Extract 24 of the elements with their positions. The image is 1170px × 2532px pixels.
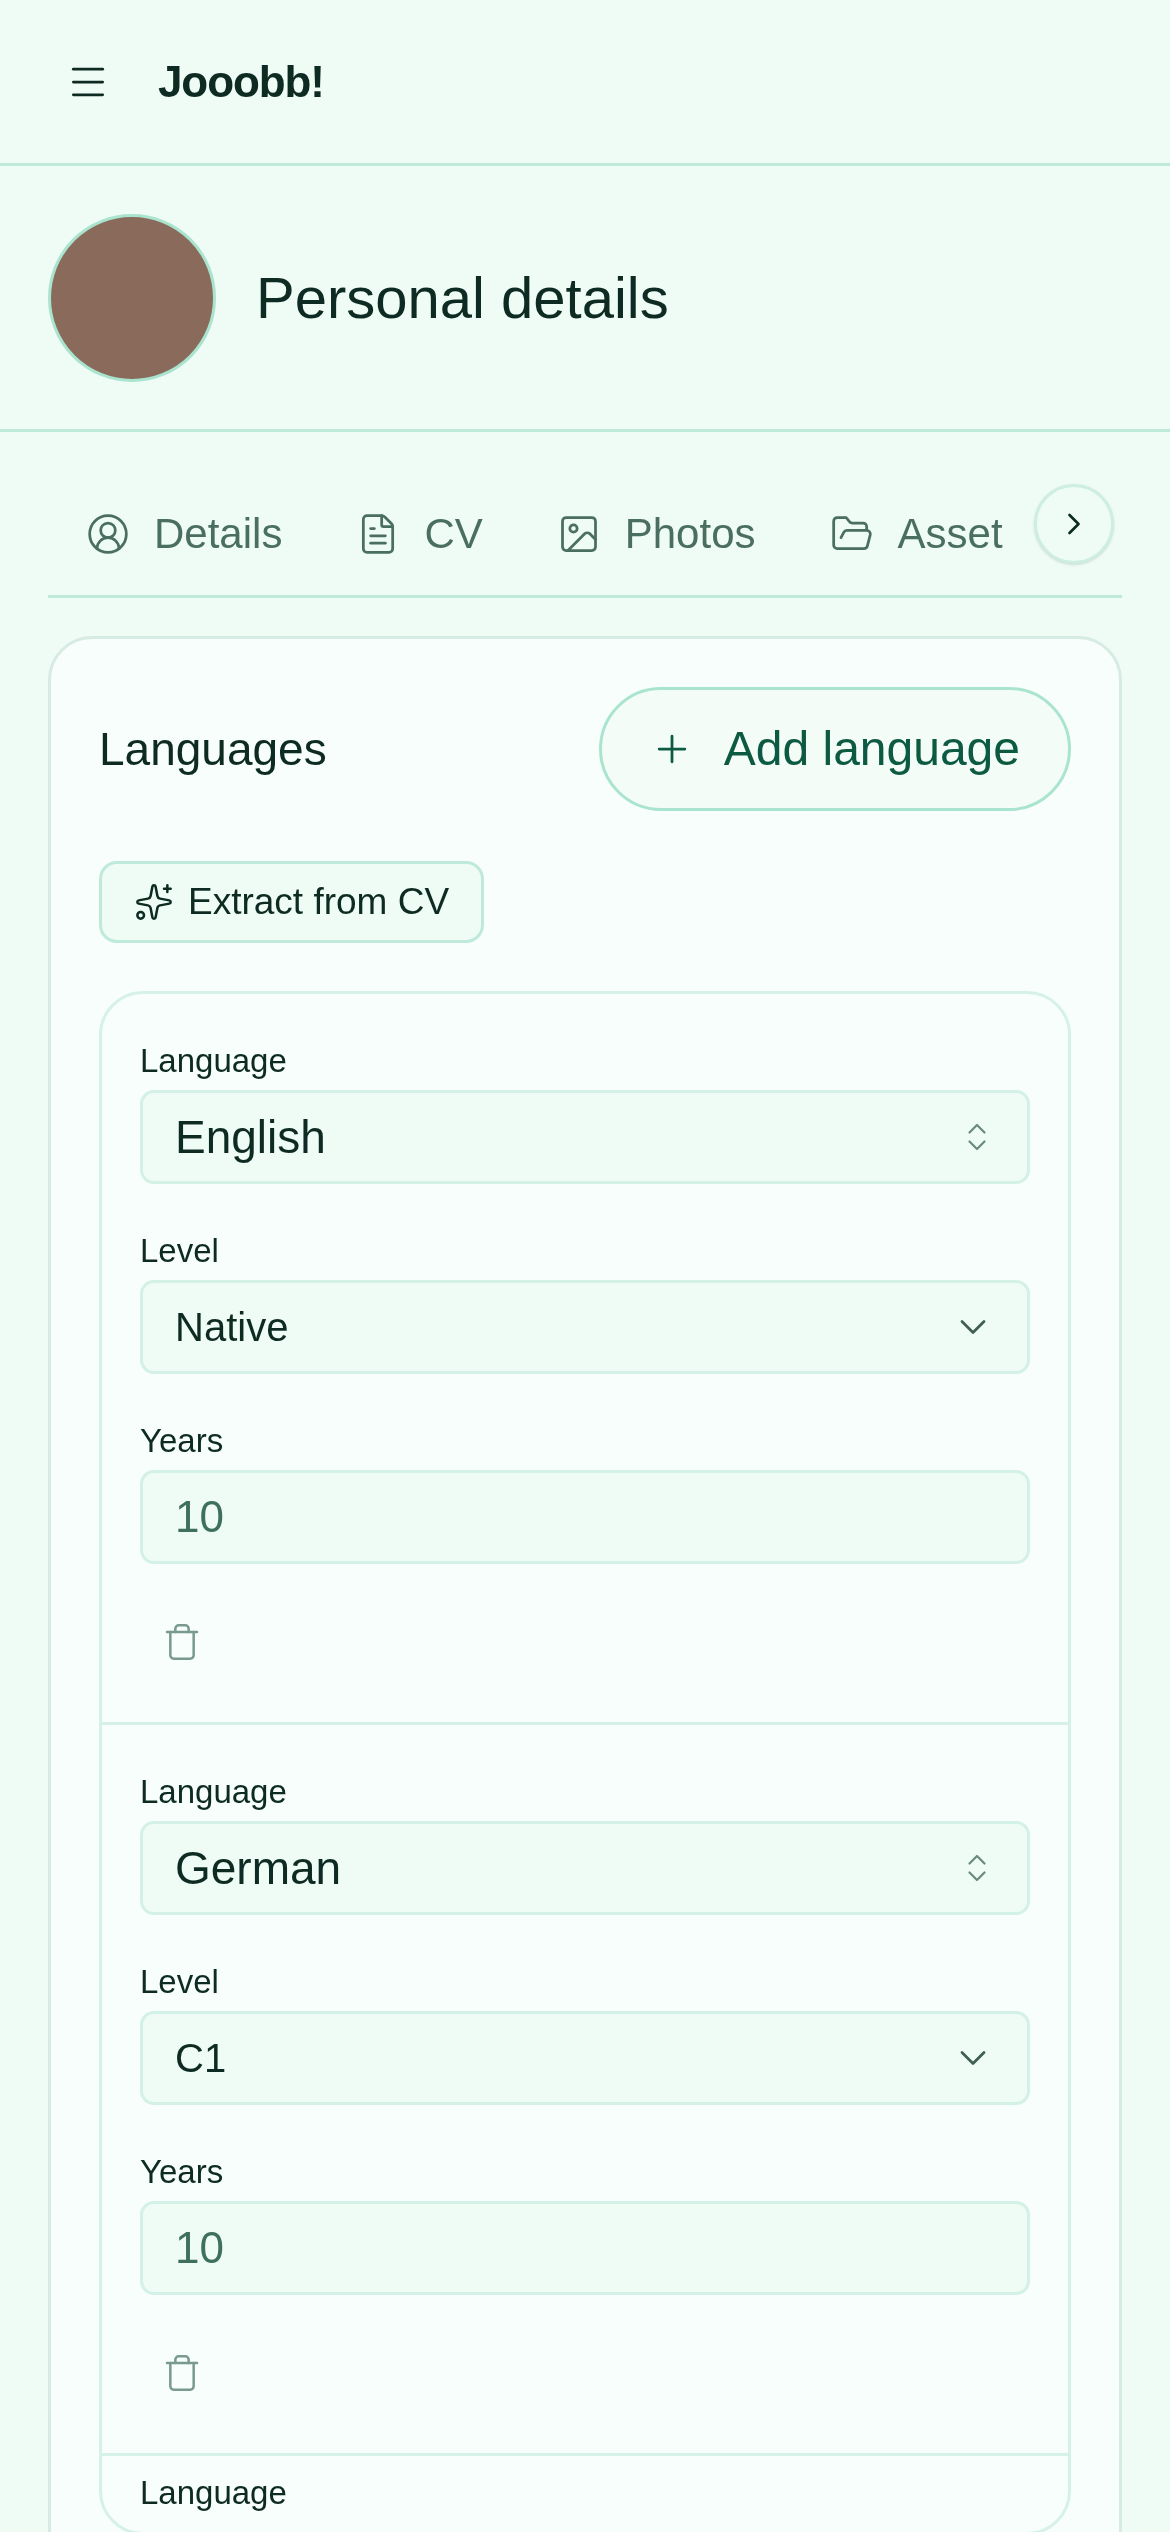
years-input[interactable]: 10: [140, 1470, 1030, 1564]
field-label: Language: [140, 1772, 288, 1811]
field-label: Level: [140, 1231, 220, 1270]
tab[interactable]: Asset: [829, 502, 1003, 565]
level-dropdown[interactable]: C1: [140, 2011, 1030, 2105]
years-input[interactable]: 10: [140, 2201, 1030, 2295]
user-icon: [86, 511, 130, 556]
sparkle-icon: [134, 882, 174, 922]
add-language-button[interactable]: Add language: [598, 687, 1071, 811]
language-select[interactable]: English: [140, 1090, 1030, 1184]
field-label: Years: [140, 2152, 225, 2191]
field-label: Language: [140, 1041, 288, 1080]
section-title: Languages: [99, 721, 327, 777]
tab[interactable]: CV: [356, 502, 483, 565]
field-label: Level: [140, 1962, 220, 2001]
extract-from-cv-button[interactable]: Extract from CV: [99, 861, 485, 943]
app-logo-text: Jooobb!: [158, 55, 324, 108]
tab[interactable]: Photos: [556, 502, 756, 565]
field-label: Years: [140, 1421, 225, 1460]
tab[interactable]: Details: [86, 502, 283, 565]
page-title: Personal details: [256, 264, 669, 332]
field-label: Language: [140, 2473, 288, 2512]
level-dropdown[interactable]: Native: [140, 1280, 1030, 1374]
language-select[interactable]: German: [140, 1821, 1030, 1915]
